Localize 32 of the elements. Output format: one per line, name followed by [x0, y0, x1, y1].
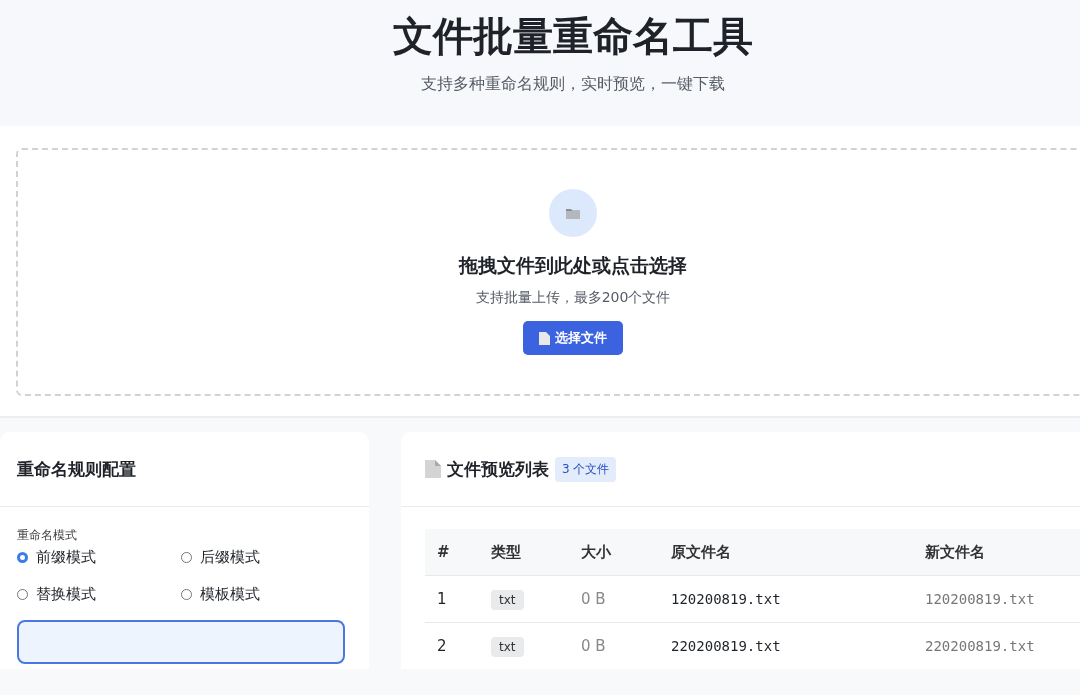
mode-radio[interactable]: 前缀模式 [17, 548, 181, 567]
table-cell: 120200819.txt [913, 575, 1080, 623]
drop-zone-hint: 支持批量上传，最多200个文件 [475, 289, 671, 307]
file-type-tag: txt [491, 590, 524, 610]
table-cell: 220200819.txt [913, 622, 1080, 669]
table-cell: 0 B [569, 622, 659, 669]
page-subtitle: 支持多种重命名规则，实时预览，一键下载 [421, 74, 725, 95]
column-header: # [425, 529, 479, 576]
mode-radio[interactable]: 后缀模式 [181, 548, 345, 567]
table-cell: 1 [425, 575, 479, 623]
column-header: 类型 [479, 529, 569, 576]
page-title: 文件批量重命名工具 [393, 12, 753, 61]
column-header: 原文件名 [659, 529, 913, 576]
column-header: 新文件名 [913, 529, 1080, 576]
file-count-badge: 3 个文件 [555, 456, 617, 482]
drop-zone-title: 拖拽文件到此处或点击选择 [459, 253, 687, 278]
panel-title: 文件预览列表 [447, 457, 549, 481]
field-label: 重命名模式 [17, 527, 78, 544]
select-files-button[interactable]: 选择文件 [523, 321, 623, 355]
mode-radio[interactable]: 模板模式 [181, 585, 345, 604]
mode-radio[interactable]: 替换模式 [17, 585, 181, 604]
table-cell: 2 [425, 622, 479, 669]
panel-title: 重命名规则配置 [17, 457, 136, 481]
table-cell: 0 B [569, 575, 659, 623]
document-icon [425, 460, 441, 478]
table-cell: 120200819.txt [659, 575, 913, 623]
column-header: 大小 [569, 529, 659, 576]
table-cell: 220200819.txt [659, 622, 913, 669]
drop-zone[interactable]: 拖拽文件到此处或点击选择 支持批量上传，最多200个文件 选择文件 [16, 148, 1080, 396]
document-icon [539, 331, 550, 345]
folder-icon [549, 189, 597, 237]
file-type-tag: txt [491, 637, 524, 657]
